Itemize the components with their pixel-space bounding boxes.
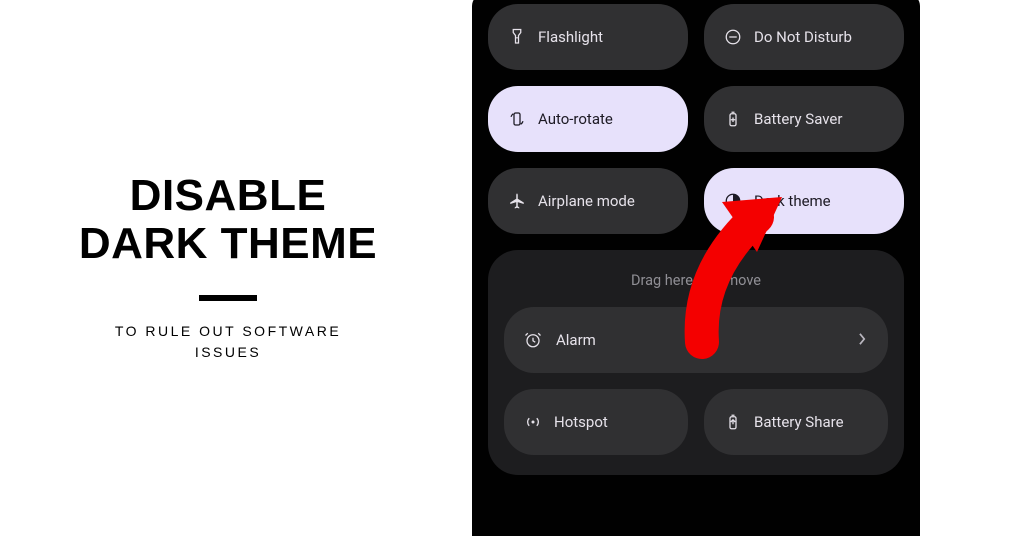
battery-share-icon	[724, 413, 742, 431]
subtext: TO RULE OUT SOFTWARE ISSUES	[115, 321, 341, 364]
headline: DISABLE DARK THEME	[79, 172, 377, 269]
headline-line-2: DARK THEME	[79, 220, 377, 268]
tile-airplane[interactable]: Airplane mode	[488, 168, 688, 234]
dark-theme-icon	[724, 192, 742, 210]
divider-bar	[199, 295, 257, 301]
tile-label: Battery Saver	[754, 110, 842, 128]
drop-zone-label: Drag here to remove	[504, 272, 888, 289]
subtext-line-1: TO RULE OUT SOFTWARE	[115, 321, 341, 343]
tile-battery-share[interactable]: Battery Share	[704, 389, 888, 455]
battery-saver-icon	[724, 110, 742, 128]
headline-line-1: DISABLE	[79, 172, 377, 220]
tile-label: Battery Share	[754, 413, 844, 431]
tile-alarm[interactable]: Alarm	[504, 307, 888, 373]
tile-battery-saver[interactable]: Battery Saver	[704, 86, 904, 152]
airplane-icon	[508, 192, 526, 210]
text-panel: DISABLE DARK THEME TO RULE OUT SOFTWARE …	[0, 0, 456, 536]
tile-dnd[interactable]: Do Not Disturb	[704, 4, 904, 70]
tile-hotspot[interactable]: Hotspot	[504, 389, 688, 455]
tile-label: Dark theme	[754, 192, 831, 210]
chevron-right-icon	[859, 331, 866, 349]
tile-auto-rotate[interactable]: Auto-rotate	[488, 86, 688, 152]
tile-dark-theme[interactable]: Dark theme	[704, 168, 904, 234]
remove-drop-zone[interactable]: Drag here to remove Alarm H	[488, 250, 904, 475]
tile-flashlight[interactable]: Flashlight	[488, 4, 688, 70]
hotspot-icon	[524, 413, 542, 431]
flashlight-icon	[508, 28, 526, 46]
tile-label: Flashlight	[538, 28, 603, 46]
quick-settings-panel: Flashlight Do Not Disturb Auto-rotate	[472, 0, 920, 536]
tile-label: Alarm	[556, 331, 596, 349]
subtext-line-2: ISSUES	[115, 342, 341, 364]
alarm-icon	[524, 331, 542, 349]
inactive-tile-grid: Hotspot Battery Share	[504, 389, 888, 455]
screenshot-panel: Flashlight Do Not Disturb Auto-rotate	[456, 0, 1024, 536]
tile-label: Auto-rotate	[538, 110, 613, 128]
tile-label: Airplane mode	[538, 192, 635, 210]
tile-label: Hotspot	[554, 413, 608, 431]
auto-rotate-icon	[508, 110, 526, 128]
dnd-icon	[724, 28, 742, 46]
active-tile-grid: Flashlight Do Not Disturb Auto-rotate	[488, 4, 904, 234]
tile-label: Do Not Disturb	[754, 28, 852, 46]
